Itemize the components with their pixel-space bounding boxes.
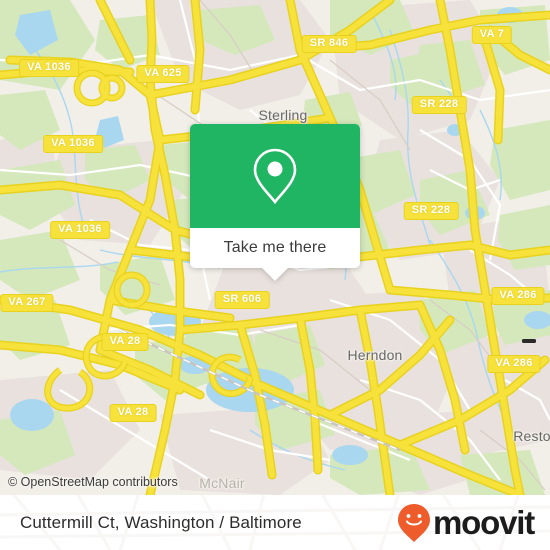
road-shield-va-1036-north: VA 1036: [19, 59, 79, 77]
moovit-logo[interactable]: moovit: [396, 503, 535, 543]
road-shield-va-28-south: VA 28: [109, 404, 157, 422]
road-shield-va-286-north: VA 286: [491, 287, 545, 305]
place-label-sterling: Sterling: [258, 107, 308, 123]
moovit-wordmark: moovit: [433, 504, 535, 541]
footer-bar: Cuttermill Ct, Washington / Baltimore mo…: [0, 495, 550, 550]
tunnel-markers: [522, 339, 536, 343]
map-canvas[interactable]: Sterling Herndon Reston McNair VA 1036 V…: [0, 0, 550, 495]
location-title: Cuttermill Ct, Washington / Baltimore: [20, 512, 302, 532]
road-shield-sr-846: SR 846: [301, 35, 357, 53]
road-shield-va-286-south: VA 286: [487, 355, 541, 373]
road-shield-sr-606: SR 606: [214, 291, 270, 309]
road-shield-va-1036-south: VA 1036: [50, 221, 110, 239]
road-shield-sr-228-north: SR 228: [411, 96, 467, 114]
moovit-map-screenshot: Sterling Herndon Reston McNair VA 1036 V…: [0, 0, 550, 550]
place-label-herndon: Herndon: [347, 347, 403, 363]
road-shield-va-7: VA 7: [471, 26, 513, 44]
location-callout-card[interactable]: Take me there: [190, 124, 360, 281]
place-label-mcnair: McNair: [199, 475, 245, 491]
take-me-there-button[interactable]: Take me there: [190, 228, 360, 268]
road-shield-va-28-north: VA 28: [101, 333, 149, 351]
callout-pointer: [262, 268, 288, 281]
osm-attribution[interactable]: © OpenStreetMap contributors: [8, 475, 178, 489]
road-shield-sr-228-south: SR 228: [403, 202, 459, 220]
place-label-reston: Reston: [513, 428, 550, 444]
road-shield-va-267: VA 267: [0, 294, 54, 312]
callout-image-area: [190, 124, 360, 228]
moovit-pin-smiley-icon: [398, 503, 431, 542]
road-shield-va-1036-mid: VA 1036: [43, 135, 103, 153]
road-shield-va-625: VA 625: [136, 65, 190, 83]
map-pin-icon: [253, 148, 297, 205]
